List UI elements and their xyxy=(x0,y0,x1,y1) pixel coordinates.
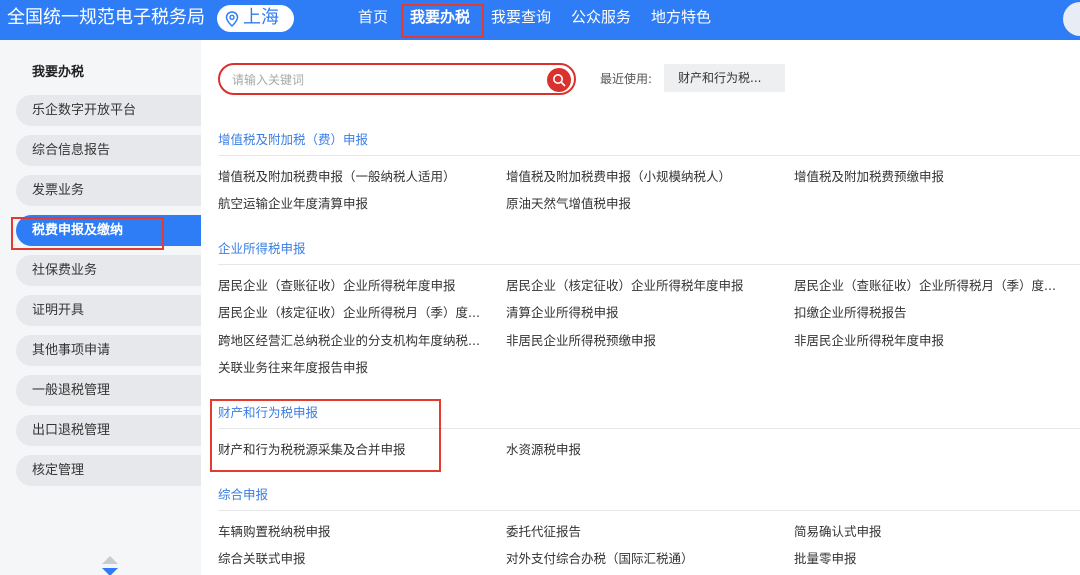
sidebar-item-export-refund[interactable]: 出口退税管理 xyxy=(16,415,201,446)
sidebar-item-tax-declaration[interactable]: 税费申报及缴纳 xyxy=(16,215,201,246)
top-navigation-bar: 全国统一规范电子税务局 上海 首页 我要办税 我要查询 公众服务 地方特色 xyxy=(0,0,1080,40)
link-item[interactable]: 委托代征报告 xyxy=(506,524,581,540)
scroll-arrows-icon[interactable] xyxy=(100,554,120,575)
sidebar-item-invoice[interactable]: 发票业务 xyxy=(16,175,201,206)
sidebar-item-label: 出口退税管理 xyxy=(32,423,111,438)
link-item[interactable]: 原油天然气增值税申报 xyxy=(506,196,631,212)
sidebar-item-label: 综合信息报告 xyxy=(32,143,111,158)
link-item[interactable]: 居民企业（查账征收）企业所得税月（季）度... xyxy=(794,278,1056,294)
sidebar-item-general-refund[interactable]: 一般退税管理 xyxy=(16,375,201,406)
sidebar-item-label: 发票业务 xyxy=(32,183,85,198)
link-item[interactable]: 车辆购置税纳税申报 xyxy=(218,524,331,540)
nav-public-service[interactable]: 公众服务 xyxy=(571,7,631,27)
section-divider xyxy=(218,155,1080,156)
section-title-vat: 增值税及附加税（费）申报 xyxy=(218,132,369,147)
sidebar-item-other-matters[interactable]: 其他事项申请 xyxy=(16,335,201,366)
nav-home[interactable]: 首页 xyxy=(358,7,388,27)
section-divider xyxy=(218,264,1080,265)
link-item[interactable]: 居民企业（核定征收）企业所得税月（季）度... xyxy=(218,305,480,321)
sidebar-item-label: 证明开具 xyxy=(32,303,85,318)
link-item[interactable]: 增值税及附加税费申报（小规模纳税人） xyxy=(506,169,731,185)
link-item[interactable]: 关联业务往来年度报告申报 xyxy=(218,360,368,376)
link-item[interactable]: 非居民企业所得税预缴申报 xyxy=(506,333,656,349)
sidebar-item-label: 核定管理 xyxy=(32,463,85,478)
link-item[interactable]: 居民企业（查账征收）企业所得税年度申报 xyxy=(218,278,456,294)
sidebar-item-social-security[interactable]: 社保费业务 xyxy=(16,255,201,286)
link-item[interactable]: 水资源税申报 xyxy=(506,442,581,458)
sidebar-item-label: 社保费业务 xyxy=(32,263,98,278)
sidebar-item-label: 税费申报及缴纳 xyxy=(32,223,124,238)
sidebar-item-info-report[interactable]: 综合信息报告 xyxy=(16,135,201,166)
site-title[interactable]: 全国统一规范电子税务局 xyxy=(7,6,205,30)
link-item[interactable]: 批量零申报 xyxy=(794,551,857,567)
sidebar-title: 我要办税 xyxy=(32,65,85,80)
location-pin-icon xyxy=(225,11,239,27)
sidebar-item-leqi-platform[interactable]: 乐企数字开放平台 xyxy=(16,95,201,126)
nav-local-features[interactable]: 地方特色 xyxy=(651,7,711,27)
section-title-corporate-income-tax: 企业所得税申报 xyxy=(218,241,306,256)
link-item[interactable]: 增值税及附加税费申报（一般纳税人适用） xyxy=(218,169,456,185)
link-item[interactable]: 增值税及附加税费预缴申报 xyxy=(794,169,944,185)
link-item[interactable]: 简易确认式申报 xyxy=(794,524,882,540)
user-avatar[interactable] xyxy=(1063,2,1080,36)
link-item[interactable]: 居民企业（核定征收）企业所得税年度申报 xyxy=(506,278,744,294)
link-item[interactable]: 非居民企业所得税年度申报 xyxy=(794,333,944,349)
sidebar-item-label: 乐企数字开放平台 xyxy=(32,103,137,118)
search-input[interactable] xyxy=(232,71,532,89)
sidebar-item-label: 一般退税管理 xyxy=(32,383,111,398)
region-label: 上海 xyxy=(243,7,279,28)
region-selector[interactable]: 上海 xyxy=(217,5,294,32)
link-item[interactable]: 综合关联式申报 xyxy=(218,551,306,567)
recent-used-label: 最近使用: xyxy=(600,72,653,86)
nav-do-tax[interactable]: 我要办税 xyxy=(410,7,470,27)
section-title-comprehensive: 综合申报 xyxy=(218,487,269,502)
search-button[interactable] xyxy=(547,68,571,92)
search-icon xyxy=(553,74,566,87)
sidebar: 我要办税 乐企数字开放平台 综合信息报告 发票业务 税费申报及缴纳 社保费业务 … xyxy=(0,40,201,575)
sidebar-item-certificate[interactable]: 证明开具 xyxy=(16,295,201,326)
sidebar-item-assessment[interactable]: 核定管理 xyxy=(16,455,201,486)
link-item[interactable]: 对外支付综合办税（国际汇税通） xyxy=(506,551,694,567)
recent-used-item[interactable]: 财产和行为税... xyxy=(664,64,785,92)
section-title-property-behavior-tax: 财产和行为税申报 xyxy=(218,405,319,420)
section-divider xyxy=(218,510,1080,511)
section-divider xyxy=(218,428,1080,429)
link-item[interactable]: 跨地区经营汇总纳税企业的分支机构年度纳税... xyxy=(218,333,480,349)
search-box xyxy=(218,63,576,95)
link-item[interactable]: 清算企业所得税申报 xyxy=(506,305,619,321)
link-item[interactable]: 财产和行为税税源采集及合并申报 xyxy=(218,442,406,458)
nav-query[interactable]: 我要查询 xyxy=(491,7,551,27)
link-item[interactable]: 航空运输企业年度清算申报 xyxy=(218,196,368,212)
sidebar-item-label: 其他事项申请 xyxy=(32,343,111,358)
link-item[interactable]: 扣缴企业所得税报告 xyxy=(794,305,907,321)
